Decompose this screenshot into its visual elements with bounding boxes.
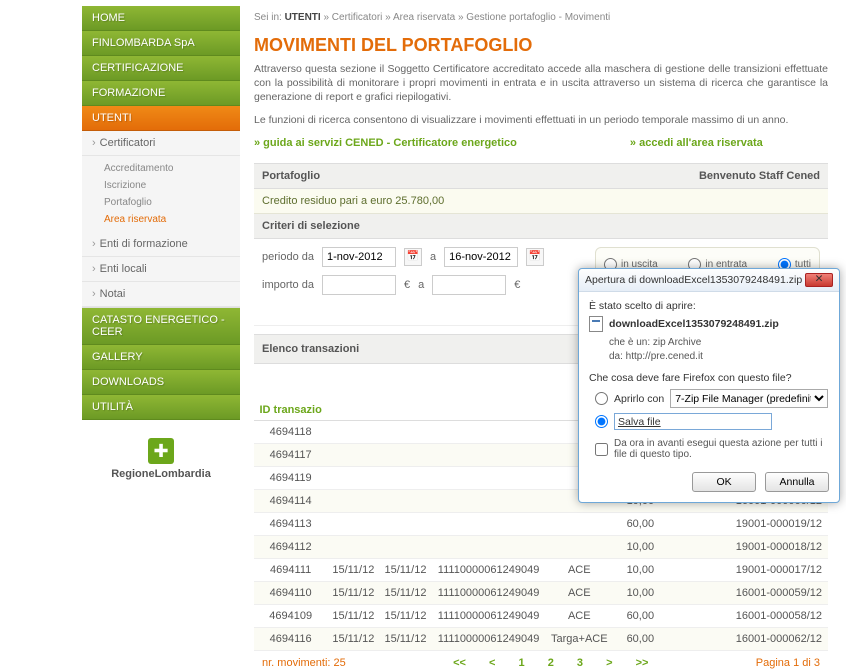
list-title: Elenco transazioni	[262, 343, 359, 355]
nav-sub-notai[interactable]: ›Notai	[82, 282, 240, 307]
chevron-right-icon: ›	[92, 137, 96, 149]
chevron-right-icon: ›	[92, 263, 96, 275]
importo-to-input[interactable]	[432, 275, 506, 295]
zip-file-icon	[589, 316, 603, 332]
nav-finlombarda[interactable]: FINLOMBARDA SpA	[82, 31, 240, 56]
nav-gallery[interactable]: GALLERY	[82, 345, 240, 370]
nav-home[interactable]: HOME	[82, 6, 240, 31]
credit-balance: Credito residuo pari a euro 25.780,00	[254, 189, 828, 214]
chevron-right-icon: ›	[92, 238, 96, 250]
dialog-cancel-button[interactable]: Annulla	[765, 472, 829, 492]
nav-sub-iscrizione[interactable]: Iscrizione	[104, 177, 240, 194]
intro-text-2: Le funzioni di ricerca consentono di vis…	[254, 113, 828, 127]
remember-label: Da ora in avanti esegui questa azione pe…	[614, 438, 829, 460]
dialog-file-type: che è un: zip Archive	[609, 336, 829, 350]
dialog-file-from: da: http://pre.cened.it	[609, 350, 829, 364]
nav-certificazione[interactable]: CERTIFICAZIONE	[82, 56, 240, 81]
dialog-ok-button[interactable]: OK	[692, 472, 756, 492]
radio-save-file[interactable]	[595, 415, 608, 428]
pager-p1[interactable]: 1	[519, 657, 525, 669]
dialog-question: Che cosa deve fare Firefox con questo fi…	[589, 372, 829, 384]
table-row: 469411615/11/1215/11/1211110000061249049…	[254, 627, 828, 650]
pager-count: nr. movimenti: 25	[262, 657, 346, 669]
nav-sub-area-riservata[interactable]: Area riservata	[104, 211, 240, 228]
a-label: a	[418, 279, 424, 291]
col-id: ID transazio	[254, 398, 327, 421]
table-row: 469411210,0019001-000018/12	[254, 535, 828, 558]
radio-open-with[interactable]	[595, 392, 608, 405]
nav-utilita[interactable]: UTILITÀ	[82, 395, 240, 420]
periodo-to-input[interactable]	[444, 247, 518, 267]
dialog-title: Apertura di downloadExcel1353079248491.z…	[585, 274, 802, 286]
nav-catasto[interactable]: CATASTO ENERGETICO - CEER	[82, 308, 240, 345]
dialog-close-button[interactable]: ✕	[805, 273, 833, 287]
importo-from-input[interactable]	[322, 275, 396, 295]
dialog-filename: downloadExcel1353079248491.zip	[609, 318, 779, 330]
nav-sub-enti-formazione[interactable]: ›Enti di formazione	[82, 232, 240, 257]
pager-p3[interactable]: 3	[577, 657, 583, 669]
dialog-chosen-label: È stato scelto di aprire:	[589, 300, 829, 312]
pager-first[interactable]: <<	[453, 657, 466, 669]
remember-checkbox[interactable]	[595, 443, 608, 456]
a-label: a	[430, 251, 436, 263]
nav-sub-portafoglio[interactable]: Portafoglio	[104, 194, 240, 211]
nav-formazione[interactable]: FORMAZIONE	[82, 81, 240, 106]
calendar-icon[interactable]: 📅	[526, 248, 544, 266]
breadcrumb: Sei in: UTENTI » Certificatori » Area ri…	[254, 12, 828, 23]
criteria-title: Criteri di selezione	[254, 214, 828, 239]
table-row: 469411115/11/1215/11/1211110000061249049…	[254, 558, 828, 581]
intro-text-1: Attraverso questa sezione il Soggetto Ce…	[254, 62, 828, 105]
nav-utenti[interactable]: UTENTI	[82, 106, 240, 131]
pager-info: Pagina 1 di 3	[756, 657, 820, 669]
panel-title: Portafoglio	[262, 170, 320, 182]
pager-last[interactable]: >>	[636, 657, 649, 669]
periodo-label: periodo da	[262, 251, 314, 263]
nav-sub-accreditamento[interactable]: Accreditamento	[104, 160, 240, 177]
welcome-text: Benvenuto Staff Cened	[699, 170, 820, 182]
table-row: 469411360,0019001-000019/12	[254, 512, 828, 535]
nav-sub-enti-locali[interactable]: ›Enti locali	[82, 257, 240, 282]
chevron-right-icon: ›	[92, 288, 96, 300]
nav-sub-certificatori[interactable]: ›Certificatori	[82, 131, 240, 156]
euro-symbol: €	[514, 279, 520, 291]
importo-label: importo da	[262, 279, 314, 291]
pager-next[interactable]: >	[606, 657, 612, 669]
table-row: 469411015/11/1215/11/1211110000061249049…	[254, 581, 828, 604]
open-with-label: Aprirlo con	[614, 393, 664, 405]
open-with-select[interactable]: 7-Zip File Manager (predefinita)	[670, 389, 828, 408]
save-file-label: Salva file	[614, 413, 772, 430]
pager-p2[interactable]: 2	[548, 657, 554, 669]
euro-symbol: €	[404, 279, 410, 291]
regione-logo-icon: ✚	[148, 438, 174, 464]
calendar-icon[interactable]: 📅	[404, 248, 422, 266]
pager-prev[interactable]: <	[489, 657, 495, 669]
periodo-from-input[interactable]	[322, 247, 396, 267]
regione-logo-text: RegioneLombardia	[82, 468, 240, 480]
table-row: 469410915/11/1215/11/1211110000061249049…	[254, 604, 828, 627]
page-title: MOVIMENTI DEL PORTAFOGLIO	[254, 35, 828, 56]
nav-downloads[interactable]: DOWNLOADS	[82, 370, 240, 395]
link-accedi[interactable]: » accedi all'area riservata	[630, 137, 763, 149]
download-dialog: Apertura di downloadExcel1353079248491.z…	[578, 268, 840, 503]
link-guida[interactable]: » guida ai servizi CENED - Certificatore…	[254, 137, 517, 149]
